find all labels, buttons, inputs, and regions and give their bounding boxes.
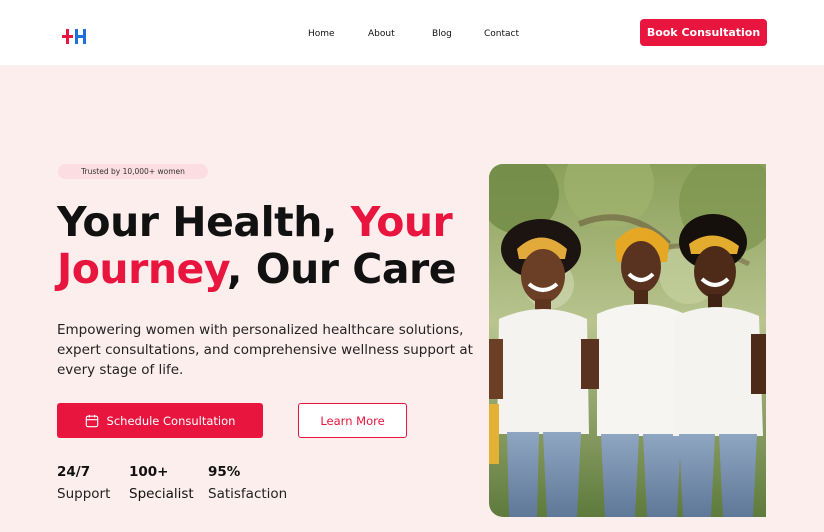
stat-label: Satisfaction: [208, 486, 288, 502]
nav-blog[interactable]: Blog: [432, 29, 452, 39]
stat-value: 95%: [208, 464, 241, 480]
title-accent-your: Your: [350, 198, 453, 246]
title-part-2: , Our Care: [226, 245, 457, 293]
stat-value: 100+: [129, 464, 169, 480]
hero-description: Empowering women with personalized healt…: [57, 322, 473, 378]
stat-support: 24/7 Support: [57, 464, 110, 503]
calendar-icon: [85, 414, 98, 427]
stat-satisfaction: 95% Satisfaction: [208, 464, 287, 503]
nav-contact[interactable]: Contact: [484, 29, 519, 39]
stat-value: 24/7: [57, 464, 91, 480]
title-accent-journey: Journey: [57, 245, 227, 293]
learn-more-button[interactable]: Learn More: [298, 403, 407, 438]
title-part-1: Your Health,: [57, 198, 351, 246]
book-consultation-button[interactable]: Book Consultation: [640, 19, 767, 46]
site-header: Home About Blog Contact Book Consultatio…: [0, 0, 824, 65]
trust-badge: Trusted by 10,000+ women: [58, 164, 208, 179]
schedule-consultation-button[interactable]: Schedule Consultation: [57, 403, 263, 438]
stat-label: Support: [57, 486, 111, 502]
stat-label: Specialist: [129, 486, 194, 502]
nav-home[interactable]: Home: [308, 29, 335, 39]
nav-about[interactable]: About: [368, 29, 395, 39]
hero-title: Your Health, Your Journey, Our Care: [57, 199, 497, 293]
women-group-illustration: [489, 164, 766, 517]
hero-photo: [489, 164, 766, 517]
schedule-consultation-label: Schedule Consultation: [106, 413, 236, 428]
stat-specialist: 100+ Specialist: [129, 464, 194, 503]
